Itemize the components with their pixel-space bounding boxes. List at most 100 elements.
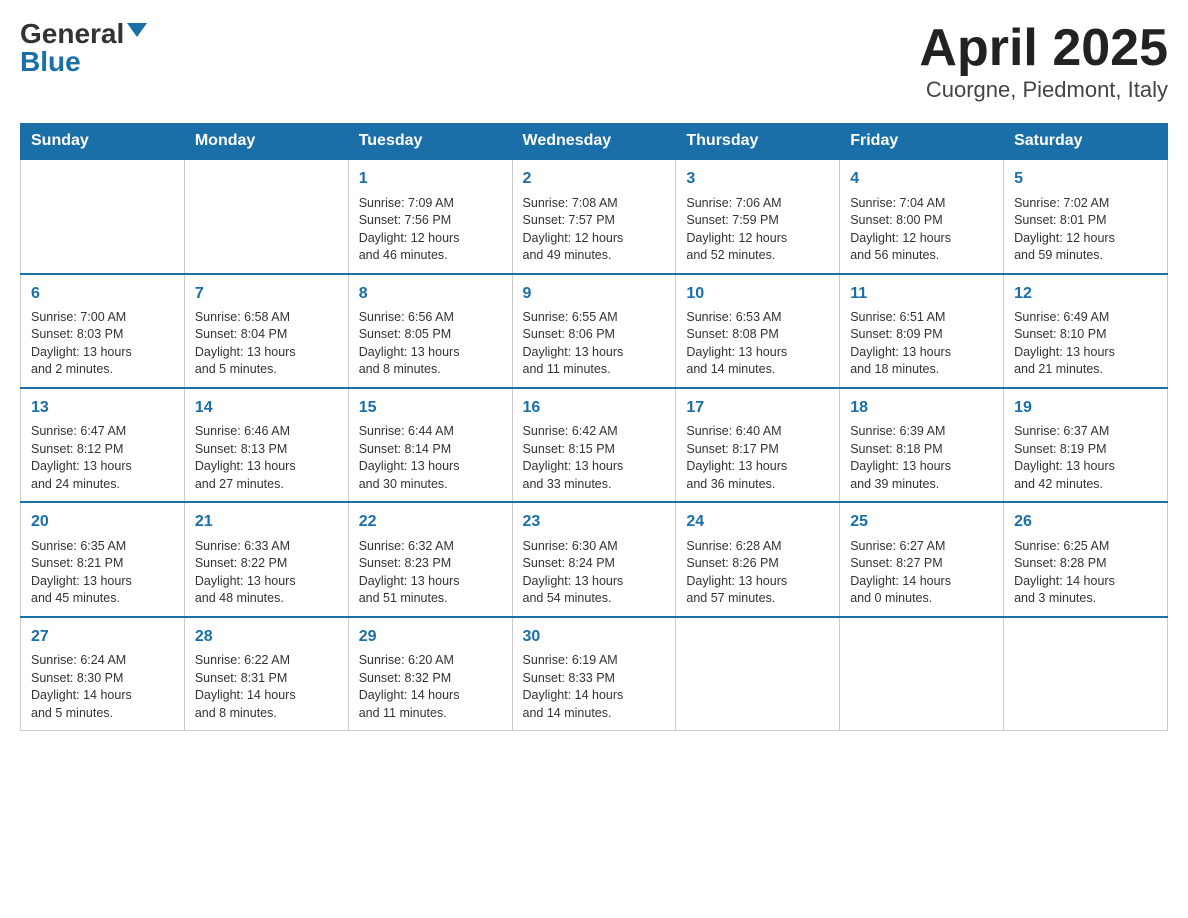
col-header-saturday: Saturday	[1004, 124, 1168, 160]
day-info: Sunrise: 6:37 AMSunset: 8:19 PMDaylight:…	[1014, 423, 1157, 493]
col-header-friday: Friday	[840, 124, 1004, 160]
week-row-5: 27 Sunrise: 6:24 AMSunset: 8:30 PMDayligh…	[21, 617, 1168, 731]
day-number: 3	[686, 168, 829, 190]
day-number: 24	[686, 511, 829, 533]
calendar-subtitle: Cuorgne, Piedmont, Italy	[919, 77, 1168, 103]
day-info: Sunrise: 6:27 AMSunset: 8:27 PMDaylight:…	[850, 538, 993, 608]
day-info: Sunrise: 6:20 AMSunset: 8:32 PMDaylight:…	[359, 652, 502, 722]
calendar-title: April 2025	[919, 20, 1168, 77]
day-number: 10	[686, 283, 829, 305]
day-info: Sunrise: 6:39 AMSunset: 8:18 PMDaylight:…	[850, 423, 993, 493]
day-number: 20	[31, 511, 174, 533]
calendar-cell: 21 Sunrise: 6:33 AMSunset: 8:22 PMDayligh…	[184, 502, 348, 616]
calendar-cell: 25 Sunrise: 6:27 AMSunset: 8:27 PMDayligh…	[840, 502, 1004, 616]
day-number: 17	[686, 397, 829, 419]
day-info: Sunrise: 6:49 AMSunset: 8:10 PMDaylight:…	[1014, 309, 1157, 379]
day-info: Sunrise: 6:55 AMSunset: 8:06 PMDaylight:…	[523, 309, 666, 379]
calendar-header-row: SundayMondayTuesdayWednesdayThursdayFrid…	[21, 124, 1168, 160]
calendar-cell: 14 Sunrise: 6:46 AMSunset: 8:13 PMDayligh…	[184, 388, 348, 502]
day-info: Sunrise: 6:51 AMSunset: 8:09 PMDaylight:…	[850, 309, 993, 379]
logo-blue-text: Blue	[20, 46, 81, 77]
col-header-thursday: Thursday	[676, 124, 840, 160]
day-number: 19	[1014, 397, 1157, 419]
day-number: 30	[523, 626, 666, 648]
calendar-cell: 28Sunrise: 6:22 AMSunset: 8:31 PMDayligh…	[184, 617, 348, 731]
day-info: Sunrise: 6:33 AMSunset: 8:22 PMDaylight:…	[195, 538, 338, 608]
day-number: 26	[1014, 511, 1157, 533]
day-number: 13	[31, 397, 174, 419]
day-info: Sunrise: 6:19 AMSunset: 8:33 PMDaylight:…	[523, 652, 666, 722]
day-number: 27	[31, 626, 174, 648]
day-info: Sunrise: 6:47 AMSunset: 8:12 PMDaylight:…	[31, 423, 174, 493]
calendar-cell: 15Sunrise: 6:44 AMSunset: 8:14 PMDayligh…	[348, 388, 512, 502]
calendar-cell: 13 Sunrise: 6:47 AMSunset: 8:12 PMDayligh…	[21, 388, 185, 502]
calendar-cell: 10 Sunrise: 6:53 AMSunset: 8:08 PMDayligh…	[676, 274, 840, 388]
calendar-cell	[676, 617, 840, 731]
calendar-cell: 27 Sunrise: 6:24 AMSunset: 8:30 PMDayligh…	[21, 617, 185, 731]
week-row-3: 13 Sunrise: 6:47 AMSunset: 8:12 PMDayligh…	[21, 388, 1168, 502]
day-number: 18	[850, 397, 993, 419]
calendar-cell: 8Sunrise: 6:56 AMSunset: 8:05 PMDaylight…	[348, 274, 512, 388]
day-info: Sunrise: 6:42 AMSunset: 8:15 PMDaylight:…	[523, 423, 666, 493]
day-number: 14	[195, 397, 338, 419]
calendar-cell: 18 Sunrise: 6:39 AMSunset: 8:18 PMDayligh…	[840, 388, 1004, 502]
day-number: 23	[523, 511, 666, 533]
page-header: General Blue April 2025 Cuorgne, Piedmon…	[20, 20, 1168, 103]
col-header-sunday: Sunday	[21, 124, 185, 160]
day-info: Sunrise: 6:40 AMSunset: 8:17 PMDaylight:…	[686, 423, 829, 493]
day-number: 1	[359, 168, 502, 190]
day-info: Sunrise: 6:46 AMSunset: 8:13 PMDaylight:…	[195, 423, 338, 493]
day-number: 29	[359, 626, 502, 648]
day-info: Sunrise: 7:02 AMSunset: 8:01 PMDaylight:…	[1014, 195, 1157, 265]
day-info: Sunrise: 7:09 AMSunset: 7:56 PMDaylight:…	[359, 195, 502, 265]
day-info: Sunrise: 6:53 AMSunset: 8:08 PMDaylight:…	[686, 309, 829, 379]
day-number: 16	[523, 397, 666, 419]
day-number: 15	[359, 397, 502, 419]
day-info: Sunrise: 7:04 AMSunset: 8:00 PMDaylight:…	[850, 195, 993, 265]
calendar-cell: 17 Sunrise: 6:40 AMSunset: 8:17 PMDayligh…	[676, 388, 840, 502]
day-info: Sunrise: 6:35 AMSunset: 8:21 PMDaylight:…	[31, 538, 174, 608]
calendar-cell: 11 Sunrise: 6:51 AMSunset: 8:09 PMDayligh…	[840, 274, 1004, 388]
day-number: 4	[850, 168, 993, 190]
day-info: Sunrise: 6:28 AMSunset: 8:26 PMDaylight:…	[686, 538, 829, 608]
day-info: Sunrise: 6:30 AMSunset: 8:24 PMDaylight:…	[523, 538, 666, 608]
calendar-cell	[1004, 617, 1168, 731]
day-number: 5	[1014, 168, 1157, 190]
title-block: April 2025 Cuorgne, Piedmont, Italy	[919, 20, 1168, 103]
day-info: Sunrise: 6:32 AMSunset: 8:23 PMDaylight:…	[359, 538, 502, 608]
day-number: 6	[31, 283, 174, 305]
calendar-cell: 19 Sunrise: 6:37 AMSunset: 8:19 PMDayligh…	[1004, 388, 1168, 502]
calendar-cell: 1 Sunrise: 7:09 AMSunset: 7:56 PMDaylight…	[348, 159, 512, 273]
day-number: 21	[195, 511, 338, 533]
day-number: 22	[359, 511, 502, 533]
calendar-cell: 23 Sunrise: 6:30 AMSunset: 8:24 PMDayligh…	[512, 502, 676, 616]
calendar-cell: 12Sunrise: 6:49 AMSunset: 8:10 PMDayligh…	[1004, 274, 1168, 388]
calendar-cell: 9 Sunrise: 6:55 AMSunset: 8:06 PMDaylight…	[512, 274, 676, 388]
logo: General Blue	[20, 20, 147, 76]
col-header-wednesday: Wednesday	[512, 124, 676, 160]
day-number: 2	[523, 168, 666, 190]
week-row-2: 6Sunrise: 7:00 AMSunset: 8:03 PMDaylight…	[21, 274, 1168, 388]
calendar-cell: 16 Sunrise: 6:42 AMSunset: 8:15 PMDayligh…	[512, 388, 676, 502]
calendar-cell	[21, 159, 185, 273]
day-number: 28	[195, 626, 338, 648]
day-info: Sunrise: 6:56 AMSunset: 8:05 PMDaylight:…	[359, 309, 502, 379]
day-info: Sunrise: 6:24 AMSunset: 8:30 PMDaylight:…	[31, 652, 174, 722]
day-info: Sunrise: 6:58 AMSunset: 8:04 PMDaylight:…	[195, 309, 338, 379]
calendar-cell: 26Sunrise: 6:25 AMSunset: 8:28 PMDayligh…	[1004, 502, 1168, 616]
day-number: 9	[523, 283, 666, 305]
calendar-cell: 5 Sunrise: 7:02 AMSunset: 8:01 PMDaylight…	[1004, 159, 1168, 273]
logo-triangle-icon	[127, 23, 147, 37]
day-number: 11	[850, 283, 993, 305]
calendar-cell	[184, 159, 348, 273]
calendar-cell: 24 Sunrise: 6:28 AMSunset: 8:26 PMDayligh…	[676, 502, 840, 616]
day-number: 25	[850, 511, 993, 533]
week-row-4: 20 Sunrise: 6:35 AMSunset: 8:21 PMDayligh…	[21, 502, 1168, 616]
col-header-monday: Monday	[184, 124, 348, 160]
calendar-cell: 22 Sunrise: 6:32 AMSunset: 8:23 PMDayligh…	[348, 502, 512, 616]
calendar-cell	[840, 617, 1004, 731]
calendar-cell: 2Sunrise: 7:08 AMSunset: 7:57 PMDaylight…	[512, 159, 676, 273]
calendar-table: SundayMondayTuesdayWednesdayThursdayFrid…	[20, 123, 1168, 731]
day-info: Sunrise: 7:06 AMSunset: 7:59 PMDaylight:…	[686, 195, 829, 265]
day-number: 7	[195, 283, 338, 305]
